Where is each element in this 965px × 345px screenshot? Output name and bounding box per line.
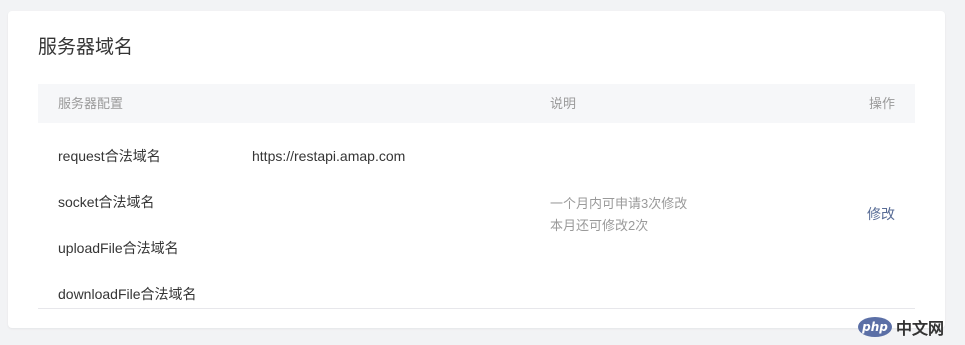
- watermark-site-text: 中文网: [896, 321, 945, 338]
- table-header: 服务器配置 说明 操作: [38, 84, 915, 123]
- description-line-quota: 一个月内可申请3次修改: [550, 196, 688, 211]
- domain-table: 服务器配置 说明 操作 request合法域名 https://restapi.…: [38, 84, 915, 309]
- modify-description: 一个月内可申请3次修改 本月还可修改2次: [550, 193, 687, 237]
- modify-link[interactable]: 修改: [867, 204, 895, 224]
- header-server-config: 服务器配置: [58, 96, 124, 111]
- header-description: 说明: [550, 96, 577, 111]
- header-action: 操作: [868, 96, 895, 111]
- row-label-upload: uploadFile合法域名: [58, 240, 179, 256]
- server-domain-panel: 服务器域名 服务器配置 说明 操作 request合法域名 https://re…: [8, 11, 945, 328]
- panel-title: 服务器域名: [38, 37, 134, 58]
- row-value-request: https://restapi.amap.com: [252, 148, 406, 164]
- row-label-download: downloadFile合法域名: [58, 286, 197, 302]
- site-watermark: php 中文网: [858, 316, 944, 338]
- php-logo-icon: php: [858, 317, 892, 337]
- row-label-request: request合法域名: [58, 148, 161, 164]
- row-label-socket: socket合法域名: [58, 194, 155, 210]
- description-line-remaining: 本月还可修改2次: [550, 218, 649, 233]
